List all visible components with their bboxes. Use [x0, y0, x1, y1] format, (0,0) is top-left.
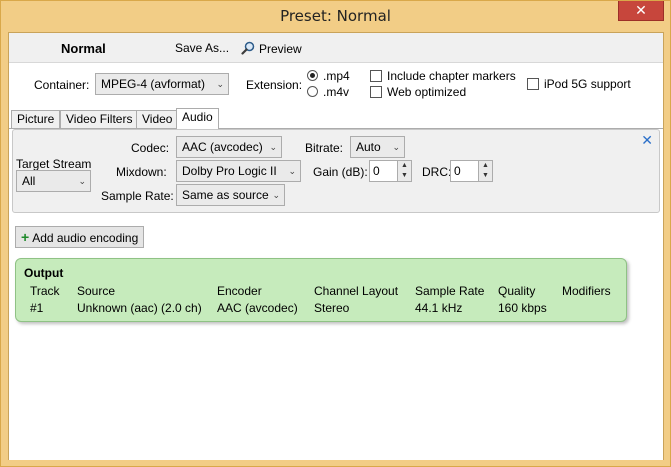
m4v-radio[interactable]: [307, 86, 318, 97]
header-source: Source: [77, 284, 116, 298]
sample-rate-value: Same as source: [182, 188, 269, 202]
container-value: MPEG-4 (avformat): [101, 77, 206, 91]
down-arrow-icon[interactable]: ▼: [398, 171, 411, 181]
drc-value: 0: [454, 164, 461, 178]
bitrate-value: Auto: [356, 140, 381, 154]
up-arrow-icon[interactable]: ▲: [479, 161, 492, 171]
container-label: Container:: [34, 78, 90, 92]
web-optimized-checkbox[interactable]: [370, 86, 382, 98]
format-row: Container: MPEG-4 (avformat) ⌄ Extension…: [9, 67, 663, 107]
cell-sample-rate: 44.1 kHz: [415, 301, 463, 315]
toolbar: Normal Save As... Preview: [9, 33, 663, 63]
target-stream-value: All: [22, 174, 36, 188]
web-optimized-label: Web optimized: [387, 85, 467, 99]
chevron-down-icon: ⌄: [78, 176, 86, 186]
cell-track: #1: [30, 301, 44, 315]
preview-label: Preview: [259, 42, 302, 56]
target-stream-label: Target Stream: [16, 157, 92, 171]
drc-label: DRC:: [422, 165, 452, 179]
tab-audio[interactable]: Audio: [176, 108, 219, 129]
add-audio-encoding-button[interactable]: + Add audio encoding: [15, 226, 145, 248]
chevron-down-icon: ⌄: [216, 79, 224, 89]
window: Preset: Normal ✕ Normal Save As... Previ…: [0, 0, 671, 467]
chapter-markers-label: Include chapter markers: [387, 69, 516, 83]
header-track: Track: [30, 284, 60, 298]
target-stream-select[interactable]: All ⌄: [16, 170, 91, 192]
codec-value: AAC (avcodec): [182, 140, 263, 154]
bitrate-select[interactable]: Auto ⌄: [350, 136, 405, 158]
chevron-down-icon: ⌄: [269, 142, 277, 152]
codec-label: Codec:: [131, 141, 170, 155]
sample-rate-label: Sample Rate:: [101, 189, 174, 203]
cell-source: Unknown (aac) (2.0 ch): [77, 301, 202, 315]
gain-value: 0: [373, 164, 380, 178]
chevron-down-icon: ⌄: [272, 190, 280, 200]
tab-video[interactable]: Video: [136, 110, 179, 128]
chapter-markers-checkbox[interactable]: [370, 70, 382, 82]
audio-track-editor: ✕ Target Stream All ⌄ Codec: AAC (avcode…: [12, 129, 660, 213]
mixdown-label: Mixdown:: [116, 165, 167, 179]
remove-track-icon[interactable]: ✕: [641, 132, 653, 149]
drc-stepper[interactable]: 0 ▲ ▼: [450, 160, 493, 182]
drc-stepper-buttons[interactable]: ▲ ▼: [478, 161, 492, 181]
preset-name: Normal: [61, 41, 106, 56]
gain-stepper[interactable]: 0 ▲ ▼: [369, 160, 412, 182]
container-select[interactable]: MPEG-4 (avformat) ⌄: [95, 73, 229, 95]
tab-strip: Picture Video Filters Video Audio: [9, 108, 663, 129]
window-client: Normal Save As... Preview Container: MPE…: [8, 32, 664, 460]
add-audio-label: Add audio encoding: [32, 231, 139, 245]
mixdown-value: Dolby Pro Logic II: [182, 164, 277, 178]
sample-rate-select[interactable]: Same as source ⌄: [176, 184, 285, 206]
cell-quality: 160 kbps: [498, 301, 547, 315]
close-button[interactable]: ✕: [618, 1, 664, 21]
gain-label: Gain (dB):: [313, 165, 368, 179]
mp4-label: .mp4: [323, 69, 350, 83]
ipod-label: iPod 5G support: [544, 77, 631, 91]
output-title: Output: [24, 266, 64, 280]
down-arrow-icon[interactable]: ▼: [479, 171, 492, 181]
window-title: Preset: Normal: [280, 7, 391, 25]
header-modifiers: Modifiers: [562, 284, 611, 298]
m4v-label: .m4v: [323, 85, 350, 99]
chevron-down-icon: ⌄: [392, 142, 400, 152]
mixdown-select[interactable]: Dolby Pro Logic II ⌄: [176, 160, 301, 182]
gain-stepper-buttons[interactable]: ▲ ▼: [397, 161, 411, 181]
codec-select[interactable]: AAC (avcodec) ⌄: [176, 136, 282, 158]
header-encoder: Encoder: [217, 284, 262, 298]
tab-video-filters[interactable]: Video Filters: [60, 110, 139, 128]
extension-label: Extension:: [246, 78, 303, 92]
header-sample-rate: Sample Rate: [415, 284, 485, 298]
bitrate-label: Bitrate:: [305, 141, 344, 155]
header-quality: Quality: [498, 284, 536, 298]
up-arrow-icon[interactable]: ▲: [398, 161, 411, 171]
save-as-button[interactable]: Save As...: [175, 41, 229, 55]
audio-tab-panel: ✕ Target Stream All ⌄ Codec: AAC (avcode…: [9, 128, 663, 460]
tab-picture[interactable]: Picture: [11, 110, 61, 128]
plus-icon: +: [21, 229, 30, 245]
preview-button[interactable]: Preview: [241, 41, 302, 56]
ipod-checkbox[interactable]: [527, 78, 539, 90]
cell-channel-layout: Stereo: [314, 301, 350, 315]
cell-encoder: AAC (avcodec): [217, 301, 298, 315]
chevron-down-icon: ⌄: [288, 166, 296, 176]
magnifier-icon: [241, 41, 255, 55]
header-channel-layout: Channel Layout: [314, 284, 399, 298]
mp4-radio[interactable]: [307, 70, 318, 81]
output-summary: Output Track Source Encoder Channel Layo…: [15, 258, 627, 322]
